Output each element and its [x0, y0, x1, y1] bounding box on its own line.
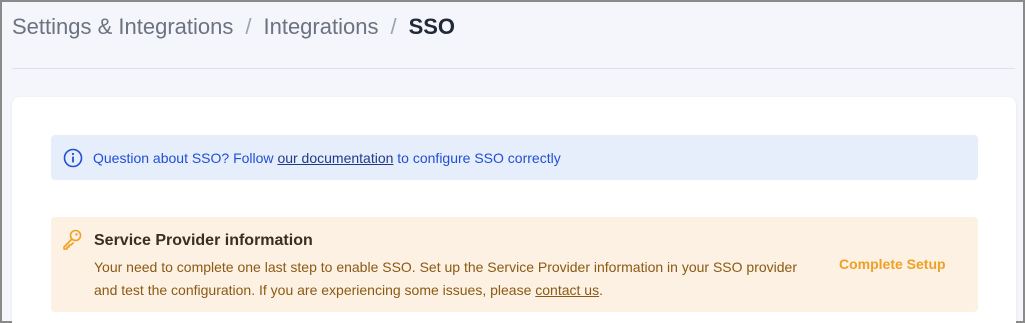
breadcrumb-separator: / [390, 14, 397, 39]
service-provider-alert: Service Provider information Your need t… [51, 217, 978, 312]
info-alert-text-after: to configure SSO correctly [393, 149, 561, 166]
key-icon [61, 228, 83, 250]
info-alert-text-before: Question about SSO? Follow [93, 149, 278, 166]
breadcrumb-item-integrations[interactable]: Integrations [263, 14, 378, 40]
documentation-link[interactable]: our documentation [277, 150, 393, 166]
service-provider-title: Service Provider information [94, 232, 313, 249]
service-provider-description-end: . [599, 282, 603, 298]
sso-card: Question about SSO? Follow our documenta… [12, 97, 1016, 323]
info-icon [63, 148, 83, 168]
breadcrumb-current-sso: SSO [408, 14, 456, 39]
header-divider [12, 68, 1015, 69]
breadcrumb-item-settings-integrations[interactable]: Settings & Integrations [12, 14, 233, 40]
breadcrumb: Settings & Integrations / Integrations /… [12, 14, 455, 40]
info-alert-text: Question about SSO? Follow our documenta… [93, 150, 561, 166]
contact-us-link[interactable]: contact us [535, 282, 599, 298]
service-provider-description: Your need to complete one last step to e… [94, 256, 814, 302]
page-header: Settings & Integrations / Integrations /… [2, 2, 1023, 68]
complete-setup-button[interactable]: Complete Setup [839, 256, 946, 272]
service-provider-description-text: Your need to complete one last step to e… [94, 259, 797, 298]
breadcrumb-separator: / [245, 14, 252, 39]
info-alert: Question about SSO? Follow our documenta… [51, 135, 978, 180]
